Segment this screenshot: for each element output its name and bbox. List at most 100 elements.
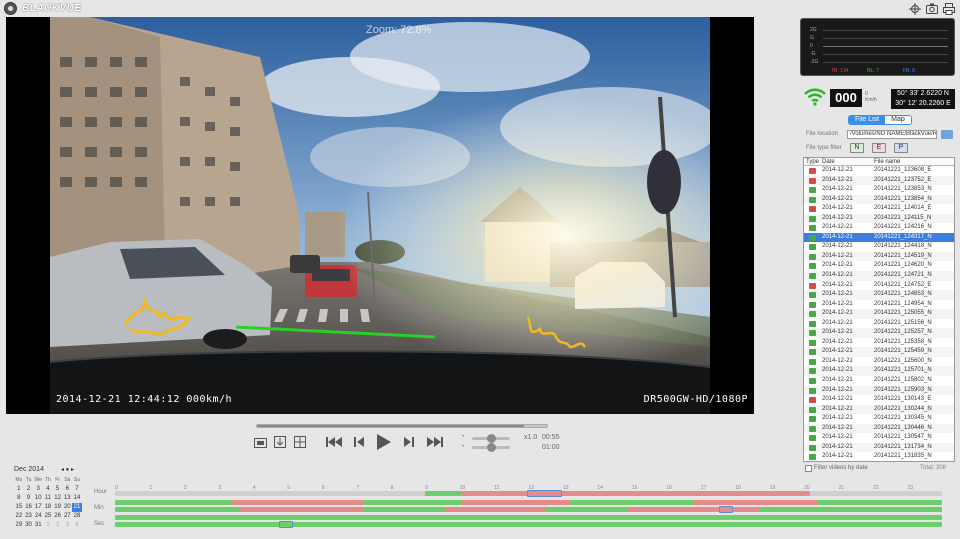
calendar-day[interactable]: 9 bbox=[24, 494, 34, 503]
calendar-day[interactable]: 18 bbox=[43, 503, 53, 512]
file-row[interactable]: 2014-12-21 20141221_124216_N bbox=[804, 223, 954, 233]
calendar-day[interactable]: 21 bbox=[72, 503, 82, 512]
calendar-day[interactable]: 5 bbox=[53, 485, 63, 494]
calendar-day[interactable]: 24 bbox=[33, 512, 43, 521]
file-row[interactable]: 2014-12-21 20141221_125156_N bbox=[804, 319, 954, 329]
file-row[interactable]: 2014-12-21 20141221_123608_E bbox=[804, 166, 954, 176]
filter-parking-button[interactable]: P bbox=[894, 143, 908, 153]
calendar-day[interactable]: 30 bbox=[24, 521, 34, 530]
filter-event-button[interactable]: E bbox=[872, 143, 886, 153]
timeline-segment[interactable] bbox=[462, 500, 570, 505]
timeline-segment[interactable] bbox=[230, 500, 364, 505]
col-file-name[interactable]: File name bbox=[874, 158, 900, 166]
calendar-day[interactable]: 4 bbox=[72, 521, 82, 530]
file-row[interactable]: 2014-12-21 20141221_130345_N bbox=[804, 414, 954, 424]
file-row[interactable]: 2014-12-21 20141221_130244_N bbox=[804, 404, 954, 415]
print-icon[interactable] bbox=[942, 2, 955, 15]
timeline-min-bar[interactable] bbox=[115, 507, 942, 512]
seek-bar[interactable] bbox=[256, 424, 548, 428]
calendar-day[interactable]: 4 bbox=[43, 485, 53, 494]
timeline-min-marker[interactable] bbox=[719, 506, 733, 513]
file-row[interactable]: 2014-12-21 20141221_124317_N bbox=[804, 232, 954, 243]
timeline-segment[interactable] bbox=[363, 507, 446, 512]
file-row[interactable]: 2014-12-21 20141221_123854_N bbox=[804, 194, 954, 205]
timeline-segment[interactable] bbox=[817, 500, 942, 505]
file-row[interactable]: 2014-12-21 20141221_125459_N bbox=[804, 347, 954, 357]
calendar-day[interactable]: 2 bbox=[53, 521, 63, 530]
export-icon[interactable] bbox=[273, 434, 287, 450]
timeline-segment[interactable] bbox=[760, 507, 942, 512]
timeline-segment[interactable] bbox=[569, 500, 694, 505]
calendar-day[interactable]: 14 bbox=[72, 494, 82, 503]
grid-icon[interactable] bbox=[293, 434, 307, 450]
file-row[interactable]: 2014-12-21 20141221_124620_N bbox=[804, 261, 954, 271]
tab-file-list[interactable]: File List bbox=[849, 116, 886, 124]
file-row[interactable]: 2014-12-21 20141221_130446_N bbox=[804, 423, 954, 434]
calendar-day[interactable]: 10 bbox=[33, 494, 43, 503]
timeline-segment[interactable] bbox=[611, 515, 942, 520]
speed-slider-knob[interactable] bbox=[487, 434, 496, 443]
timeline-segment[interactable] bbox=[627, 507, 761, 512]
timeline-segment[interactable] bbox=[115, 500, 231, 505]
file-row[interactable]: 2014-12-21 20141221_130547_N bbox=[804, 433, 954, 443]
col-date[interactable]: Date bbox=[822, 158, 835, 166]
timeline-sec-bar[interactable] bbox=[115, 522, 942, 527]
timeline-min-bar-top[interactable] bbox=[115, 500, 942, 505]
calendar-day[interactable]: 20 bbox=[62, 503, 72, 512]
file-row[interactable]: 2014-12-21 20141221_124115_N bbox=[804, 213, 954, 224]
file-row[interactable]: 2014-12-21 20141221_131835_N bbox=[804, 452, 954, 461]
file-row[interactable]: 2014-12-21 20141221_125600_N bbox=[804, 357, 954, 367]
calendar-day[interactable]: 31 bbox=[33, 521, 43, 530]
calendar-day[interactable]: 2 bbox=[24, 485, 34, 494]
timeline-segment[interactable] bbox=[445, 507, 546, 512]
speed-slider[interactable] bbox=[472, 434, 510, 443]
file-location-field[interactable]: /Volumes/NO NAME/BlackVue/Re bbox=[847, 130, 937, 139]
file-row[interactable]: 2014-12-21 20141221_124014_E bbox=[804, 204, 954, 214]
calendar-nav[interactable]: ◂ ● ▸ bbox=[61, 466, 74, 473]
calendar-day[interactable]: 22 bbox=[14, 512, 24, 521]
calendar-day[interactable]: 27 bbox=[62, 512, 72, 521]
timeline-segment[interactable] bbox=[594, 491, 810, 496]
file-row[interactable]: 2014-12-21 20141221_125701_N bbox=[804, 366, 954, 377]
file-row[interactable]: 2014-12-21 20141221_125055_N bbox=[804, 309, 954, 319]
calendar-day[interactable]: 12 bbox=[53, 494, 63, 503]
skip-back-icon[interactable] bbox=[325, 434, 343, 450]
calendar-day[interactable]: 3 bbox=[33, 485, 43, 494]
calendar-day[interactable]: 7 bbox=[72, 485, 82, 494]
calendar-day[interactable]: 26 bbox=[53, 512, 63, 521]
calendar-day[interactable]: 17 bbox=[33, 503, 43, 512]
timeline-hour-marker[interactable] bbox=[527, 490, 562, 497]
calendar-day[interactable]: 19 bbox=[53, 503, 63, 512]
file-row[interactable]: 2014-12-21 20141221_124752_E bbox=[804, 281, 954, 291]
calendar-day[interactable]: 1 bbox=[43, 521, 53, 530]
prev-frame-icon[interactable] bbox=[352, 434, 366, 450]
timeline-segment[interactable] bbox=[115, 522, 942, 527]
timeline-segment[interactable] bbox=[115, 515, 198, 520]
timeline-segment[interactable] bbox=[487, 515, 612, 520]
timeline-segment[interactable] bbox=[115, 507, 240, 512]
file-row[interactable]: 2014-12-21 20141221_130143_E bbox=[804, 395, 954, 405]
volume-slider[interactable] bbox=[472, 443, 510, 452]
calendar-day[interactable]: 25 bbox=[43, 512, 53, 521]
timeline-segment[interactable] bbox=[197, 515, 322, 520]
calendar-day[interactable]: 15 bbox=[14, 503, 24, 512]
video-player[interactable]: Zoom: 72.8% 2014-12-21 12:44:12 000km/h … bbox=[6, 17, 754, 414]
file-row[interactable]: 2014-12-21 20141221_124418_N bbox=[804, 242, 954, 252]
camera-icon[interactable] bbox=[925, 2, 938, 15]
timeline-segment[interactable] bbox=[239, 507, 364, 512]
tab-map[interactable]: Map bbox=[885, 116, 911, 124]
file-row[interactable]: 2014-12-21 20141221_125257_N bbox=[804, 328, 954, 338]
volume-slider-knob[interactable] bbox=[487, 443, 496, 452]
timeline-segment[interactable] bbox=[321, 515, 488, 520]
crosshair-icon[interactable] bbox=[908, 2, 921, 15]
file-list[interactable]: Type Date File name 2014-12-21 20141221_1… bbox=[803, 157, 955, 462]
file-row[interactable]: 2014-12-21 20141221_125358_N bbox=[804, 338, 954, 348]
calendar-day[interactable]: 28 bbox=[72, 512, 82, 521]
file-row[interactable]: 2014-12-21 20141221_124519_N bbox=[804, 251, 954, 262]
calendar-day[interactable]: 16 bbox=[24, 503, 34, 512]
file-row[interactable]: 2014-12-21 20141221_124721_N bbox=[804, 271, 954, 281]
col-type[interactable]: Type bbox=[806, 158, 819, 166]
file-row[interactable]: 2014-12-21 20141221_125802_N bbox=[804, 376, 954, 386]
play-icon[interactable] bbox=[374, 434, 392, 450]
next-frame-icon[interactable] bbox=[402, 434, 416, 450]
